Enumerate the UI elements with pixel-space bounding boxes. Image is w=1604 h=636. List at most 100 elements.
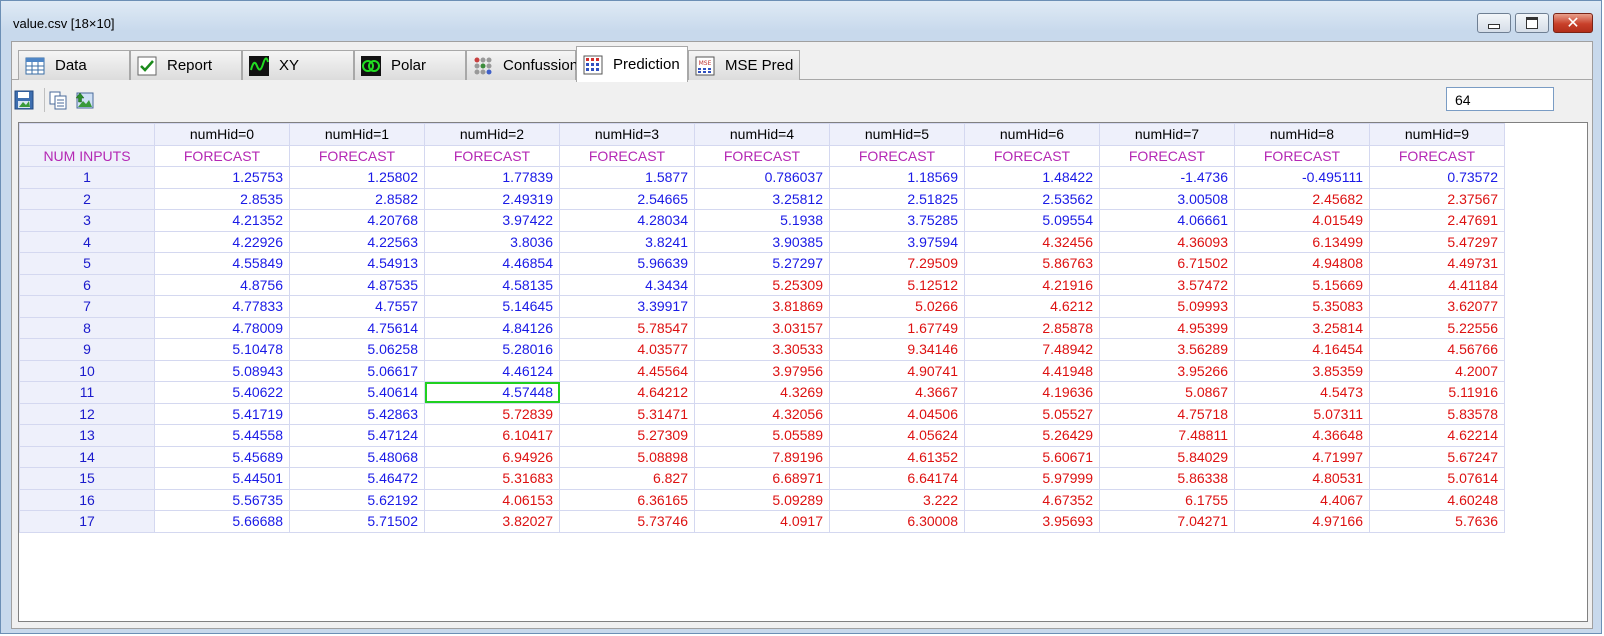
table-cell[interactable]: 3.30533: [694, 338, 830, 361]
table-cell[interactable]: 5.41719: [154, 402, 290, 425]
table-cell[interactable]: 3.8241: [559, 230, 695, 253]
table-cell[interactable]: 5.28016: [424, 338, 560, 361]
table-cell[interactable]: 3.62077: [1369, 295, 1505, 318]
table-cell[interactable]: 5.09554: [964, 209, 1100, 232]
row-header[interactable]: 11: [19, 381, 155, 404]
table-cell[interactable]: 4.56766: [1369, 338, 1505, 361]
table-cell[interactable]: 4.90741: [829, 359, 965, 382]
table-cell[interactable]: 3.25814: [1234, 316, 1370, 339]
table-cell[interactable]: 2.45682: [1234, 187, 1370, 210]
table-cell[interactable]: 7.89196: [694, 445, 830, 468]
table-cell[interactable]: 4.36093: [1099, 230, 1235, 253]
table-cell[interactable]: 2.51825: [829, 187, 965, 210]
table-cell[interactable]: 5.40622: [154, 381, 290, 404]
tab-prediction[interactable]: Prediction: [576, 46, 688, 82]
row-header[interactable]: 5: [19, 252, 155, 275]
table-cell[interactable]: 5.10478: [154, 338, 290, 361]
table-cell[interactable]: 6.10417: [424, 424, 560, 447]
table-cell[interactable]: 2.8582: [289, 187, 425, 210]
table-cell[interactable]: 4.49731: [1369, 252, 1505, 275]
table-cell[interactable]: 5.0867: [1099, 381, 1235, 404]
table-cell[interactable]: 4.41948: [964, 359, 1100, 382]
row-header[interactable]: 9: [19, 338, 155, 361]
table-cell[interactable]: 5.71502: [289, 510, 425, 533]
table-cell[interactable]: 4.5473: [1234, 381, 1370, 404]
table-cell[interactable]: 3.95266: [1099, 359, 1235, 382]
table-cell[interactable]: 5.86338: [1099, 467, 1235, 490]
row-header[interactable]: 16: [19, 488, 155, 511]
table-cell[interactable]: 6.30008: [829, 510, 965, 533]
save-button[interactable]: [14, 90, 34, 110]
table-cell[interactable]: 5.73746: [559, 510, 695, 533]
table-cell[interactable]: 3.8036: [424, 230, 560, 253]
table-cell[interactable]: 5.22556: [1369, 316, 1505, 339]
table-cell[interactable]: 1.67749: [829, 316, 965, 339]
table-cell[interactable]: 4.78009: [154, 316, 290, 339]
table-cell[interactable]: 6.68971: [694, 467, 830, 490]
table-cell[interactable]: 4.57448: [424, 381, 560, 404]
table-cell[interactable]: 5.47124: [289, 424, 425, 447]
table-cell[interactable]: 2.53562: [964, 187, 1100, 210]
table-cell[interactable]: 5.45689: [154, 445, 290, 468]
table-cell[interactable]: 4.32056: [694, 402, 830, 425]
row-header[interactable]: 14: [19, 445, 155, 468]
table-cell[interactable]: 2.54665: [559, 187, 695, 210]
table-cell[interactable]: 4.20768: [289, 209, 425, 232]
table-cell[interactable]: 4.05624: [829, 424, 965, 447]
table-cell[interactable]: 4.19636: [964, 381, 1100, 404]
table-cell[interactable]: 3.00508: [1099, 187, 1235, 210]
table-cell[interactable]: 4.71997: [1234, 445, 1370, 468]
table-cell[interactable]: 4.21916: [964, 273, 1100, 296]
table-cell[interactable]: 4.62214: [1369, 424, 1505, 447]
table-cell[interactable]: 4.84126: [424, 316, 560, 339]
table-cell[interactable]: 4.16454: [1234, 338, 1370, 361]
table-cell[interactable]: 5.31471: [559, 402, 695, 425]
tab-xy[interactable]: XY: [242, 50, 354, 80]
table-cell[interactable]: 5.1938: [694, 209, 830, 232]
table-cell[interactable]: 3.95693: [964, 510, 1100, 533]
table-cell[interactable]: 5.72839: [424, 402, 560, 425]
table-cell[interactable]: 5.09289: [694, 488, 830, 511]
row-header[interactable]: 2: [19, 187, 155, 210]
copy-button[interactable]: [48, 90, 68, 110]
row-header[interactable]: 3: [19, 209, 155, 232]
table-cell[interactable]: 3.57472: [1099, 273, 1235, 296]
table-cell[interactable]: 7.48811: [1099, 424, 1235, 447]
table-cell[interactable]: 3.56289: [1099, 338, 1235, 361]
table-cell[interactable]: 4.41184: [1369, 273, 1505, 296]
table-cell[interactable]: 5.08943: [154, 359, 290, 382]
table-cell[interactable]: 0.786037: [694, 166, 830, 189]
table-cell[interactable]: 4.3269: [694, 381, 830, 404]
table-cell[interactable]: 4.46854: [424, 252, 560, 275]
table-cell[interactable]: 4.8756: [154, 273, 290, 296]
table-cell[interactable]: 3.75285: [829, 209, 965, 232]
table-cell[interactable]: 4.67352: [964, 488, 1100, 511]
table-cell[interactable]: 5.07311: [1234, 402, 1370, 425]
column-header[interactable]: numHid=8: [1234, 123, 1370, 146]
table-cell[interactable]: 2.49319: [424, 187, 560, 210]
row-header[interactable]: 17: [19, 510, 155, 533]
table-cell[interactable]: 5.12512: [829, 273, 965, 296]
table-cell[interactable]: 4.4067: [1234, 488, 1370, 511]
table-cell[interactable]: 3.97422: [424, 209, 560, 232]
row-header[interactable]: 4: [19, 230, 155, 253]
table-cell[interactable]: -0.495111: [1234, 166, 1370, 189]
table-cell[interactable]: 7.29509: [829, 252, 965, 275]
column-header[interactable]: numHid=1: [289, 123, 425, 146]
table-cell[interactable]: 2.8535: [154, 187, 290, 210]
table-cell[interactable]: 6.36165: [559, 488, 695, 511]
table-cell[interactable]: 4.6212: [964, 295, 1100, 318]
table-cell[interactable]: 3.90385: [694, 230, 830, 253]
table-cell[interactable]: 3.03157: [694, 316, 830, 339]
table-cell[interactable]: 5.96639: [559, 252, 695, 275]
table-cell[interactable]: 5.25309: [694, 273, 830, 296]
table-cell[interactable]: 4.7557: [289, 295, 425, 318]
table-cell[interactable]: 5.07614: [1369, 467, 1505, 490]
table-cell[interactable]: 5.46472: [289, 467, 425, 490]
table-cell[interactable]: 3.222: [829, 488, 965, 511]
table-cell[interactable]: 5.56735: [154, 488, 290, 511]
row-header[interactable]: 8: [19, 316, 155, 339]
table-cell[interactable]: 1.77839: [424, 166, 560, 189]
row-header[interactable]: 1: [19, 166, 155, 189]
table-cell[interactable]: 5.11916: [1369, 381, 1505, 404]
